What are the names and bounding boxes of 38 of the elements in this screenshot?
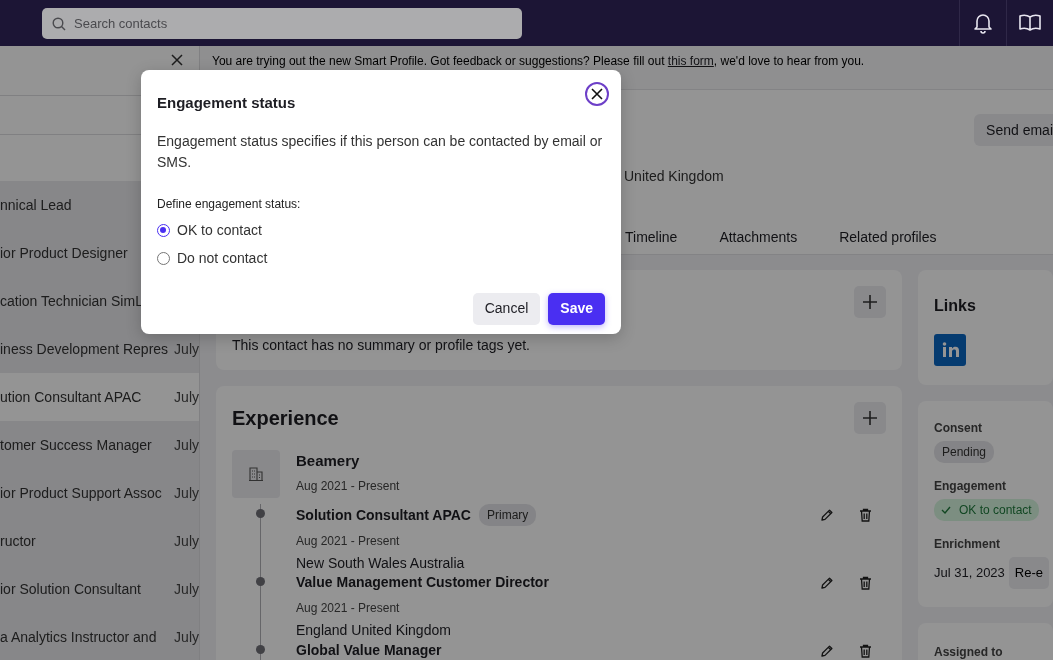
cancel-button[interactable]: Cancel — [472, 292, 541, 325]
field-label: Consent — [934, 420, 983, 437]
contact-row[interactable]: ructor July — [0, 517, 199, 565]
section-title: Experience — [232, 406, 339, 431]
contact-row[interactable]: ior Solution Consultant July — [0, 565, 199, 613]
field-label: Enrichment — [934, 536, 1001, 553]
dialog-title: Engagement status — [157, 93, 296, 113]
location-text: United Kingdom — [623, 167, 725, 186]
date-range: Aug 2021 - Present — [296, 533, 401, 550]
dialog-description: Engagement status specifies if this person can be contacted by email or SMS. — [157, 131, 604, 172]
field-label: Engagement — [934, 478, 1007, 495]
contact-row[interactable]: iness Development Repres July — [0, 325, 199, 373]
save-button[interactable]: Save — [548, 292, 605, 325]
date-range: Aug 2021 - Present — [296, 600, 401, 617]
contact-row[interactable]: tomer Success Manager July — [0, 421, 199, 469]
summary-text: This contact has no summary or profile tags yet. — [232, 336, 531, 355]
tab[interactable]: Related profiles — [831, 223, 945, 254]
tag: Primary — [479, 504, 537, 526]
status-tag: OK to contact — [934, 499, 1039, 521]
re-enrich-button[interactable]: Re-e — [1008, 557, 1050, 589]
role-title: Value Management Customer Director — [296, 573, 549, 592]
company-name: Beamery — [296, 451, 361, 471]
role-title: Solution Consultant APAC — [296, 505, 471, 525]
send-email-button[interactable]: Send emai — [974, 114, 1053, 146]
role-title: Global Value Manager — [296, 641, 442, 660]
form-link[interactable]: this form — [667, 54, 714, 68]
date-text: Jul 31, 2023 — [934, 564, 1005, 583]
search-field[interactable]: Search contacts — [42, 7, 522, 39]
contact-row[interactable]: a Analytics Instructor and July — [0, 613, 199, 660]
tab[interactable]: Attachments — [711, 223, 806, 254]
section-title: Links — [934, 296, 977, 316]
location-text: England United Kingdom — [296, 621, 452, 640]
tab[interactable]: Timeline — [617, 223, 686, 254]
location-text: New South Wales Australia — [296, 554, 466, 573]
date-range: Aug 2021 - Present — [296, 477, 400, 495]
contact-row[interactable]: ior Product Support Assoc July — [0, 469, 199, 517]
field-label: Assigned to — [934, 644, 1004, 660]
status-tag: Pending — [934, 441, 995, 463]
